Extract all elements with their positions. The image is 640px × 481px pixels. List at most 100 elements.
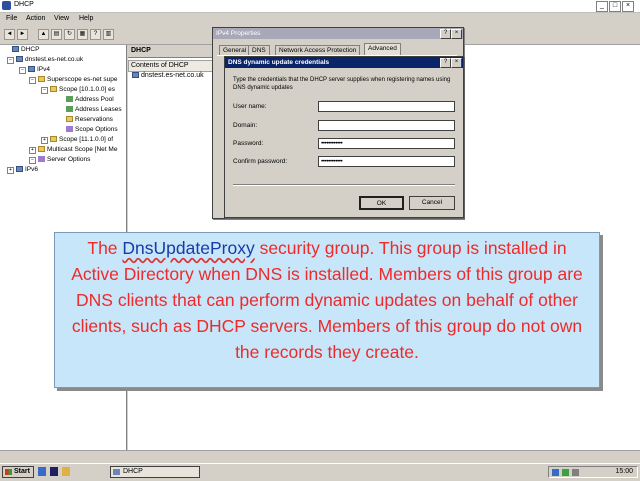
confirm-password-field[interactable]: •••••••••••• <box>318 156 455 167</box>
show-hide-tree-icon[interactable]: ▤ <box>51 29 62 40</box>
tree-node[interactable]: DHCP <box>12 46 39 54</box>
refresh-icon[interactable]: ↻ <box>64 29 75 40</box>
tree-expand-toggle[interactable]: − <box>7 57 14 64</box>
volume-icon[interactable] <box>572 469 579 476</box>
menu-action[interactable]: Action <box>26 15 45 22</box>
dns-credentials-dialog: DNS dynamic update credentials ? × Type … <box>224 56 464 218</box>
tab-general[interactable]: General <box>219 45 251 55</box>
tree-node[interactable]: Scope [10.1.0.0] es <box>50 86 115 94</box>
ipv4-dialog-titlebar: IPv4 Properties ? × <box>213 28 463 39</box>
taskbar-item-label: DHCP <box>123 468 143 475</box>
domain-label: Domain: <box>233 122 258 129</box>
folder-icon <box>50 86 57 93</box>
taskbar-item-dhcp[interactable]: DHCP <box>110 466 200 478</box>
close-button[interactable]: × <box>622 1 634 12</box>
password-field[interactable]: •••••••••••• <box>318 138 455 149</box>
tree-node[interactable]: dnstest.es-net.co.uk <box>16 56 83 64</box>
menu-file[interactable]: File <box>6 15 17 22</box>
folder-icon <box>50 136 57 143</box>
list-item[interactable]: dnstest.es-net.co.uk <box>132 72 204 79</box>
start-button[interactable]: Start <box>2 466 34 478</box>
dhcp-app-icon <box>2 1 11 10</box>
ok-button[interactable]: OK <box>359 196 404 210</box>
tree-node-label: Address Leases <box>75 106 122 113</box>
window-titlebar: DHCP _ □ × <box>0 0 640 13</box>
tree-node[interactable]: IPv6 <box>16 166 38 174</box>
tree-expand-toggle[interactable]: + <box>7 167 14 174</box>
back-icon[interactable]: ◄ <box>4 29 15 40</box>
cancel-button[interactable]: Cancel <box>409 196 455 210</box>
tree-node[interactable]: Address Leases <box>66 106 122 114</box>
tab-network-access-protection[interactable]: Network Access Protection <box>275 45 361 55</box>
tree-expand-toggle[interactable]: − <box>29 77 36 84</box>
tree-node-label: Address Pool <box>75 96 114 103</box>
system-tray: 15:00 <box>548 466 638 478</box>
forward-icon[interactable]: ► <box>17 29 28 40</box>
export-list-icon[interactable]: ▦ <box>77 29 88 40</box>
network-icon[interactable] <box>552 469 559 476</box>
callout-highlight-term: DnsUpdateProxy <box>122 238 255 258</box>
info-callout: The DnsUpdateProxy security group. This … <box>54 232 600 388</box>
taskbar: Start DHCP 15:00 <box>0 463 640 481</box>
tree-expand-toggle[interactable]: − <box>19 67 26 74</box>
tree-node-label: Multicast Scope [Net Me <box>47 146 118 153</box>
quicklaunch-explorer-icon[interactable] <box>62 467 70 476</box>
menu-view[interactable]: View <box>54 15 69 22</box>
tree-node-label: IPv4 <box>37 66 51 73</box>
tree-node-label: dnstest.es-net.co.uk <box>25 56 84 63</box>
list-item-label: dnstest.es-net.co.uk <box>141 72 204 79</box>
tree-node[interactable]: Superscope es-net supe <box>38 76 117 84</box>
dialog-separator <box>233 184 455 186</box>
options-icon <box>66 126 73 133</box>
dns-dialog-title: DNS dynamic update credentials <box>228 59 330 66</box>
up-level-icon[interactable]: ▲ <box>38 29 49 40</box>
status-bar <box>0 450 640 463</box>
help-icon[interactable]: ? <box>440 29 451 39</box>
tree-node-label: IPv6 <box>25 166 39 173</box>
close-icon[interactable]: × <box>451 58 462 68</box>
tree-expand-toggle[interactable]: + <box>29 147 36 154</box>
tab-dns[interactable]: DNS <box>248 45 270 55</box>
tree-node-label: Scope [11.1.0.0] of <box>59 136 114 143</box>
dns-dialog-description: Type the credentials that the DHCP serve… <box>233 77 451 91</box>
ipv4-dialog-title: IPv4 Properties <box>216 30 261 37</box>
help-icon[interactable]: ? <box>440 58 451 68</box>
username-field[interactable] <box>318 101 455 112</box>
tree-node[interactable]: Scope Options <box>66 126 118 134</box>
tree-node[interactable]: Server Options <box>38 156 90 164</box>
start-label: Start <box>14 468 30 475</box>
help-icon[interactable]: ? <box>90 29 101 40</box>
minimize-button[interactable]: _ <box>596 1 608 12</box>
menu-help[interactable]: Help <box>79 15 93 22</box>
tree-expand-toggle[interactable]: − <box>41 87 48 94</box>
tree-node[interactable]: Reservations <box>66 116 113 124</box>
security-icon[interactable] <box>562 469 569 476</box>
window-title: DHCP <box>14 1 34 8</box>
details-pane-header: DHCP <box>128 45 212 58</box>
properties-icon[interactable]: ▥ <box>103 29 114 40</box>
windows-flag-icon <box>5 469 12 475</box>
tree-node[interactable]: Address Pool <box>66 96 114 104</box>
confirm-password-label: Confirm password: <box>233 158 288 165</box>
maximize-button[interactable]: □ <box>609 1 621 12</box>
options-icon <box>38 156 45 163</box>
tree-node[interactable]: IPv4 <box>28 66 50 74</box>
tree-node[interactable]: Scope [11.1.0.0] of <box>50 136 113 144</box>
clock: 15:00 <box>615 468 633 475</box>
tree-node-label: Superscope es-net supe <box>47 76 118 83</box>
tab-advanced[interactable]: Advanced <box>364 43 401 55</box>
server-icon <box>16 56 23 63</box>
callout-text-prefix: The <box>87 238 123 258</box>
pool-icon <box>66 106 73 113</box>
quicklaunch-powershell-icon[interactable] <box>50 467 58 476</box>
dns-dialog-titlebar: DNS dynamic update credentials ? × <box>225 57 463 68</box>
folder-icon <box>38 76 45 83</box>
domain-field[interactable] <box>318 120 455 131</box>
tree-expand-toggle[interactable]: − <box>29 157 36 164</box>
tree-node[interactable]: Multicast Scope [Net Me <box>38 146 117 154</box>
contents-column-header[interactable]: Contents of DHCP <box>128 60 214 72</box>
tree-expand-toggle[interactable]: + <box>41 137 48 144</box>
close-icon[interactable]: × <box>451 29 462 39</box>
menu-bar: File Action View Help <box>0 13 640 25</box>
quicklaunch-server-manager-icon[interactable] <box>38 467 46 476</box>
